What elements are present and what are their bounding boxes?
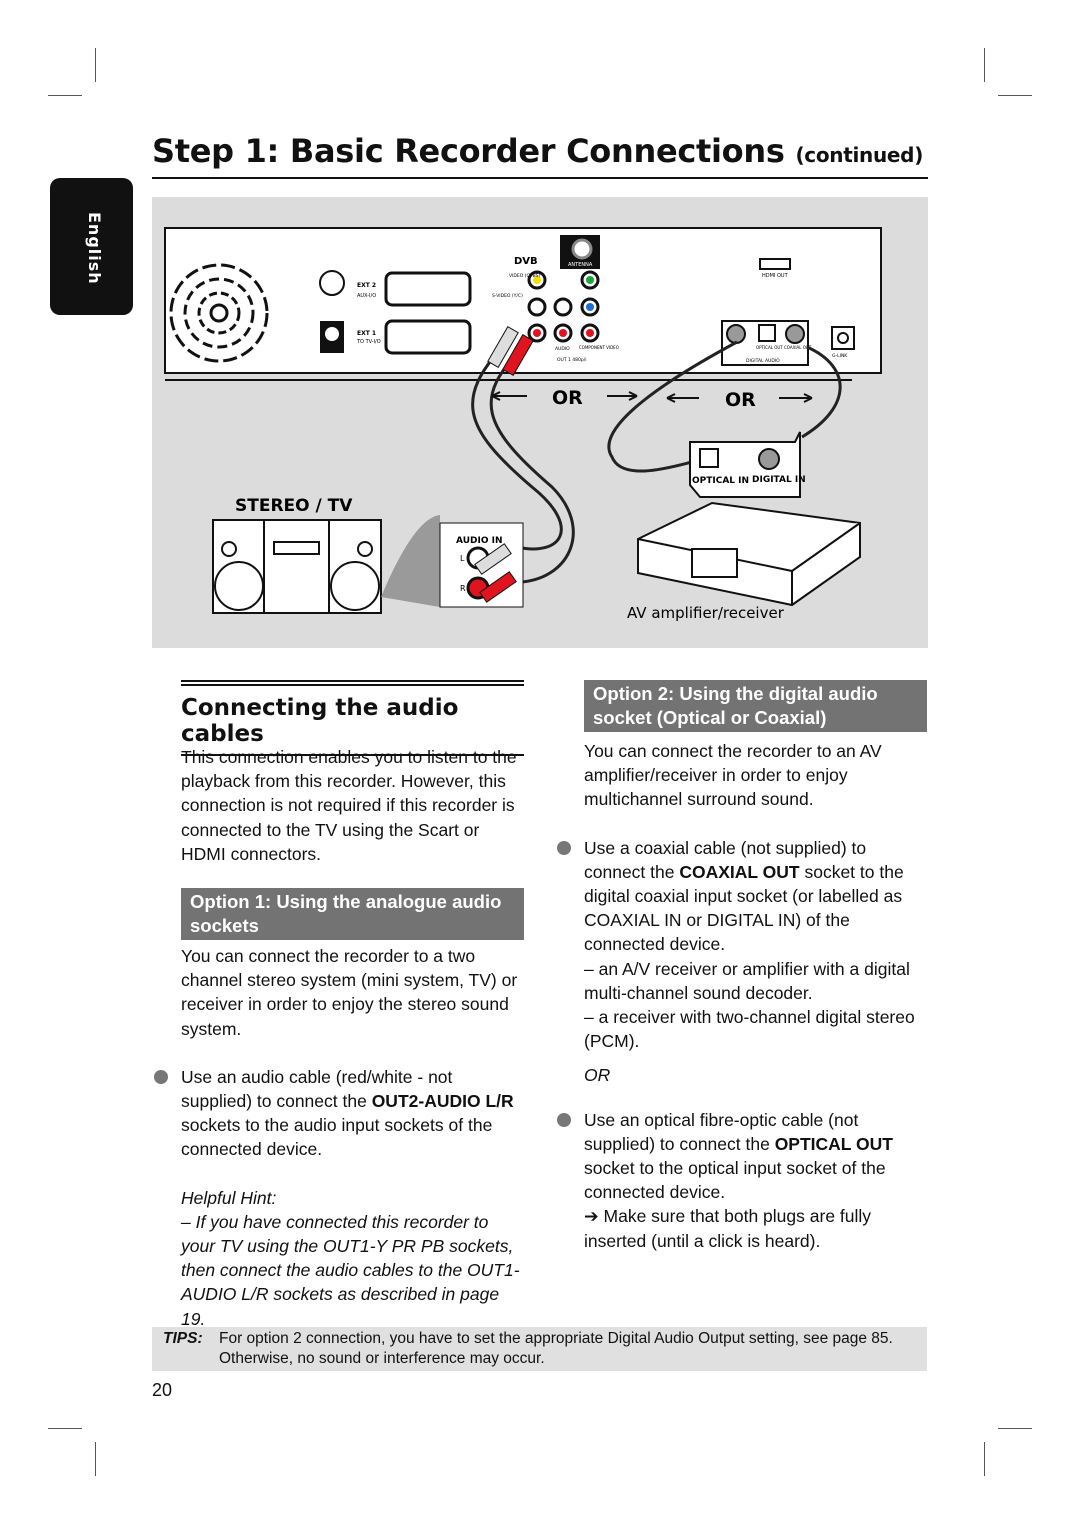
intro-text: This connection enables you to listen to… (181, 747, 517, 864)
receiver-label: AV amplifier/receiver (627, 604, 785, 622)
bullet-icon (154, 1069, 168, 1084)
label-out1: OUT 1 480p/i (557, 357, 587, 363)
optical-in-label: OPTICAL IN (692, 476, 749, 486)
scart-ext1 (384, 319, 472, 355)
audio-in-label: AUDIO IN (456, 536, 502, 546)
label-totv: TO TV-I/O (356, 339, 381, 345)
option1-heading: Option 1: Using the analogue audio socke… (181, 888, 524, 941)
language-tab: English (50, 178, 133, 315)
page-title: Step 1: Basic Recorder Connections (cont… (152, 132, 924, 170)
label-ext1: EXT 1 (357, 330, 376, 337)
label-audio: AUDIO (555, 346, 570, 352)
scart-ext2 (384, 271, 472, 307)
stereo-system-icon (212, 519, 382, 614)
hint-text: – If you have connected this recorder to… (181, 1211, 520, 1329)
or-label-left: OR (552, 387, 583, 409)
label-aux: AUX-I/O (357, 293, 376, 299)
hint-title: Helpful Hint: (181, 1187, 277, 1208)
callout-wedge (381, 515, 440, 607)
right-column: Option 2: Using the digital audio socket… (557, 680, 929, 1253)
crop-mark (984, 1442, 985, 1476)
page-number: 20 (152, 1380, 173, 1400)
left-column: This connection enables you to listen to… (154, 745, 526, 1331)
or-text: OR (584, 1065, 611, 1086)
or-label-right: OR (725, 389, 756, 411)
label-hdmi: HDMI OUT (762, 273, 789, 279)
label-ext2: EXT 2 (357, 282, 376, 289)
audio-in-r: R (460, 584, 466, 593)
title-rule (152, 177, 928, 179)
crop-mark (48, 1428, 82, 1429)
crop-mark (998, 95, 1032, 96)
label-glink: G-LINK (832, 353, 848, 359)
label-optical-out: OPTICAL OUT (756, 345, 783, 350)
av-receiver-icon (637, 501, 861, 607)
option2-heading: Option 2: Using the digital audio socket… (584, 680, 927, 732)
label-component: COMPONENT VIDEO (579, 345, 619, 350)
option1-text: You can connect the recorder to a two ch… (181, 946, 518, 1039)
bullet-icon (557, 1112, 571, 1127)
label-digital-audio: DIGITAL AUDIO (746, 358, 780, 364)
crop-mark (95, 48, 96, 82)
stereo-label: STEREO / TV (235, 496, 353, 516)
bullet-icon (557, 840, 571, 855)
crop-mark (48, 95, 82, 96)
optical-bullet: Use an optical fibre-optic cable (not su… (557, 1108, 929, 1205)
label-svideo: S-VIDEO (Y/C) (492, 293, 523, 299)
coaxial-bullet: Use a coaxial cable (not supplied) to co… (557, 836, 929, 957)
audio-in-l: L (460, 554, 465, 563)
sub-item: – an A/V receiver or amplifier with a di… (584, 958, 910, 1003)
label-video: VIDEO (CVBS) (509, 273, 541, 279)
connection-diagram: EXT 2 AUX-I/O EXT 1 TO TV-I/O DVB ANTENN… (152, 197, 928, 648)
crop-mark (998, 1428, 1032, 1429)
sub-item: – a receiver with two-channel digital st… (584, 1007, 915, 1052)
label-dvb: DVB (514, 256, 538, 267)
digital-in-label: DIGITAL IN (752, 475, 806, 485)
label-antenna: ANTENNA (568, 262, 593, 268)
tips-box: TIPS: For option 2 connection, you have t… (152, 1327, 927, 1371)
option1-bullet: Use an audio cable (red/white - not supp… (154, 1065, 526, 1162)
crop-mark (984, 48, 985, 82)
option2-text: You can connect the recorder to an AV am… (584, 741, 882, 810)
crop-mark (95, 1442, 96, 1476)
hdmi-socket-icon (759, 258, 791, 270)
result-text: ➔ Make sure that both plugs are fully in… (584, 1206, 872, 1251)
